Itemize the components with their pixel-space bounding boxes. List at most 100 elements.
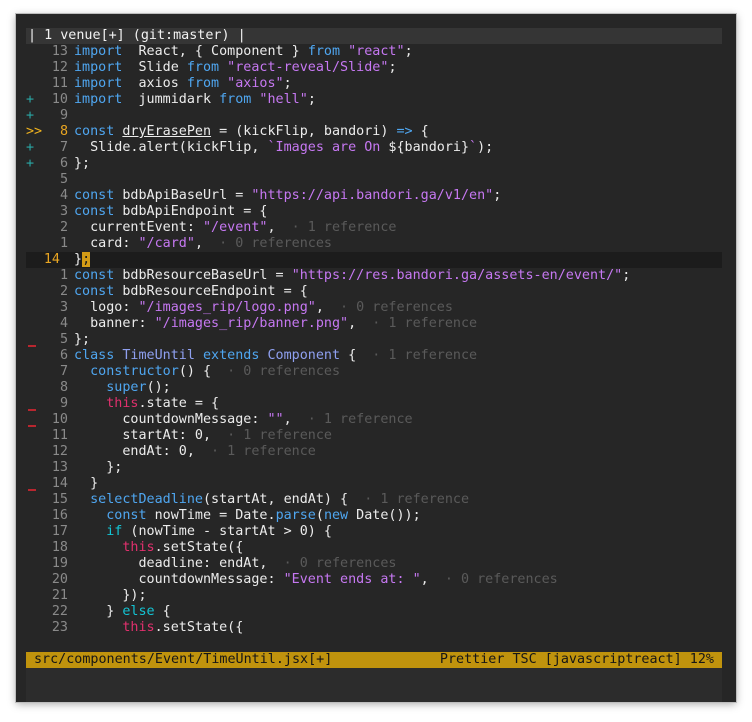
code-text: countdownMessage: "Event ends at: ", · 0… <box>74 572 557 588</box>
code-text: currentEvent: "/event", · 1 reference <box>74 220 396 236</box>
code-line[interactable]: 23 this.setState({ <box>26 620 722 636</box>
code-text: selectDeadline(startAt, endAt) { · 1 ref… <box>74 492 469 508</box>
code-line[interactable]: 2 const bdbResourceEndpoint = { <box>26 284 722 300</box>
line-number: 8 <box>59 124 68 139</box>
code-line[interactable]: 1 card: "/card", · 0 references <box>26 236 722 252</box>
code-line[interactable]: 16 const nowTime = Date.parse(new Date()… <box>26 508 722 524</box>
codelens-references: · 1 reference <box>291 412 413 427</box>
code-token: Slide <box>122 60 187 75</box>
code-text: import jummidark from "hell"; <box>74 92 316 108</box>
line-number: 17 <box>51 524 68 539</box>
code-line[interactable]: 19 deadline: endAt, · 0 references <box>26 556 722 572</box>
sign-column <box>26 460 42 476</box>
code-line[interactable]: 3 const bdbApiEndpoint = { <box>26 204 722 220</box>
code-line[interactable]: 21 }); <box>26 588 722 604</box>
code-token: "/images_rip/logo.png" <box>138 300 316 315</box>
git-added-sign: + <box>26 108 35 123</box>
code-line[interactable]: 13 import React, { Component } from "reac… <box>26 44 722 60</box>
code-line[interactable]: 3 logo: "/images_rip/logo.png", · 0 refe… <box>26 300 722 316</box>
code-line[interactable]: +6}; <box>26 156 722 172</box>
code-text: }; <box>74 460 122 476</box>
code-line[interactable]: 18 this.setState({ <box>26 540 722 556</box>
code-token: const <box>74 284 115 299</box>
code-token: { <box>340 348 357 363</box>
line-number: 22 <box>51 604 68 619</box>
code-line[interactable]: 4 const bdbApiBaseUrl = "https://api.band… <box>26 188 722 204</box>
buffer-tab[interactable]: | 1 venue[+] (git:master) | <box>28 28 246 44</box>
code-line[interactable]: 12 endAt: 0, · 1 reference <box>26 444 722 460</box>
code-token: axios <box>122 76 187 91</box>
code-token: }; <box>74 156 91 171</box>
code-line[interactable]: 17 if (nowTime - startAt > 0) { <box>26 524 722 540</box>
sign-column <box>26 220 42 236</box>
code-text: endAt: 0, · 1 reference <box>74 444 316 460</box>
code-token: import <box>74 60 123 75</box>
code-line[interactable]: 6 class TimeUntil extends Component { · 1… <box>26 348 722 364</box>
code-line[interactable]: >> 8 const dryErasePen = (kickFlip, bandor… <box>26 124 722 140</box>
code-token: ` <box>469 140 478 155</box>
editor[interactable]: | 1 venue[+] (git:master) | 13 import Rea… <box>26 28 722 636</box>
sign-column <box>26 444 42 460</box>
code-text: import Slide from "react-reveal/Slide"; <box>74 60 397 76</box>
code-line[interactable]: 1 const bdbResourceBaseUrl = "https://res… <box>26 268 722 284</box>
statusline-info: Prettier TSC [javascriptreact] 12% <box>439 652 714 667</box>
code-line[interactable]: 5 <box>26 172 722 188</box>
code-token: = (kickFlip, bandori) <box>211 124 397 139</box>
code-line[interactable]: +9 <box>26 108 722 124</box>
code-token: , <box>267 220 276 235</box>
line-number: 21 <box>51 588 68 603</box>
code-token: { <box>154 604 171 619</box>
code-token: Slide.alert(kickFlip, <box>74 140 268 155</box>
code-line[interactable]: 9 this.state = { <box>26 396 722 412</box>
code-token: extends <box>203 348 260 363</box>
code-text: const nowTime = Date.parse(new Date()); <box>74 508 420 524</box>
code-area[interactable]: 13 import React, { Component } from "reac… <box>26 44 722 636</box>
sign-column <box>26 348 42 364</box>
code-token: currentEvent: <box>74 220 203 235</box>
code-token: ; <box>283 76 292 91</box>
code-line[interactable]: 7 constructor() { · 0 references <box>26 364 722 380</box>
code-token: banner: <box>74 316 155 331</box>
code-token: , <box>315 300 324 315</box>
line-number: 6 <box>59 156 68 171</box>
code-line[interactable]: 20 countdownMessage: "Event ends at: ", … <box>26 572 722 588</box>
code-line[interactable]: 15 selectDeadline(startAt, endAt) { · 1 … <box>26 492 722 508</box>
code-token: endAt: 0, <box>74 444 195 459</box>
code-text: }; <box>74 252 91 268</box>
code-line[interactable]: 11 import axios from "axios"; <box>26 76 722 92</box>
code-text: } else { <box>74 604 171 620</box>
code-text: class TimeUntil extends Component { · 1 … <box>74 348 477 364</box>
code-token: }); <box>74 588 147 603</box>
sign-column <box>26 492 42 508</box>
code-token: "react-reveal/Slide" <box>219 60 389 75</box>
code-line[interactable]: +10 import jummidark from "hell"; <box>26 92 722 108</box>
code-line[interactable]: 13 }; <box>26 460 722 476</box>
line-number: 9 <box>59 396 68 411</box>
code-line[interactable]: +7 Slide.alert(kickFlip, `Images are On … <box>26 140 722 156</box>
code-line[interactable]: 2 currentEvent: "/event", · 1 reference <box>26 220 722 236</box>
tabline[interactable]: | 1 venue[+] (git:master) | <box>26 28 722 44</box>
code-token: from <box>186 76 220 91</box>
sign-column <box>26 268 42 284</box>
command-line[interactable] <box>26 668 722 702</box>
code-text: import React, { Component } from "react"… <box>74 44 413 60</box>
code-text: card: "/card", · 0 references <box>74 236 332 252</box>
line-number: 23 <box>51 620 68 635</box>
code-line[interactable]: 10 countdownMessage: "", · 1 reference <box>26 412 722 428</box>
code-line[interactable]: 11 startAt: 0, · 1 reference <box>26 428 722 444</box>
line-number: 15 <box>51 492 68 507</box>
code-line[interactable]: 4 banner: "/images_rip/banner.png", · 1 … <box>26 316 722 332</box>
code-line[interactable]: 5}; <box>26 332 722 348</box>
code-token: () { <box>178 364 212 379</box>
code-line[interactable]: 14 } <box>26 476 722 492</box>
sign-column <box>26 604 42 620</box>
code-line[interactable]: 14}; <box>26 252 722 268</box>
code-line[interactable]: 8 super(); <box>26 380 722 396</box>
code-token: dryErasePen <box>122 124 212 139</box>
code-line[interactable]: 12 import Slide from "react-reveal/Slide"… <box>26 60 722 76</box>
code-line[interactable]: 22 } else { <box>26 604 722 620</box>
code-text: if (nowTime - startAt > 0) { <box>74 524 332 540</box>
